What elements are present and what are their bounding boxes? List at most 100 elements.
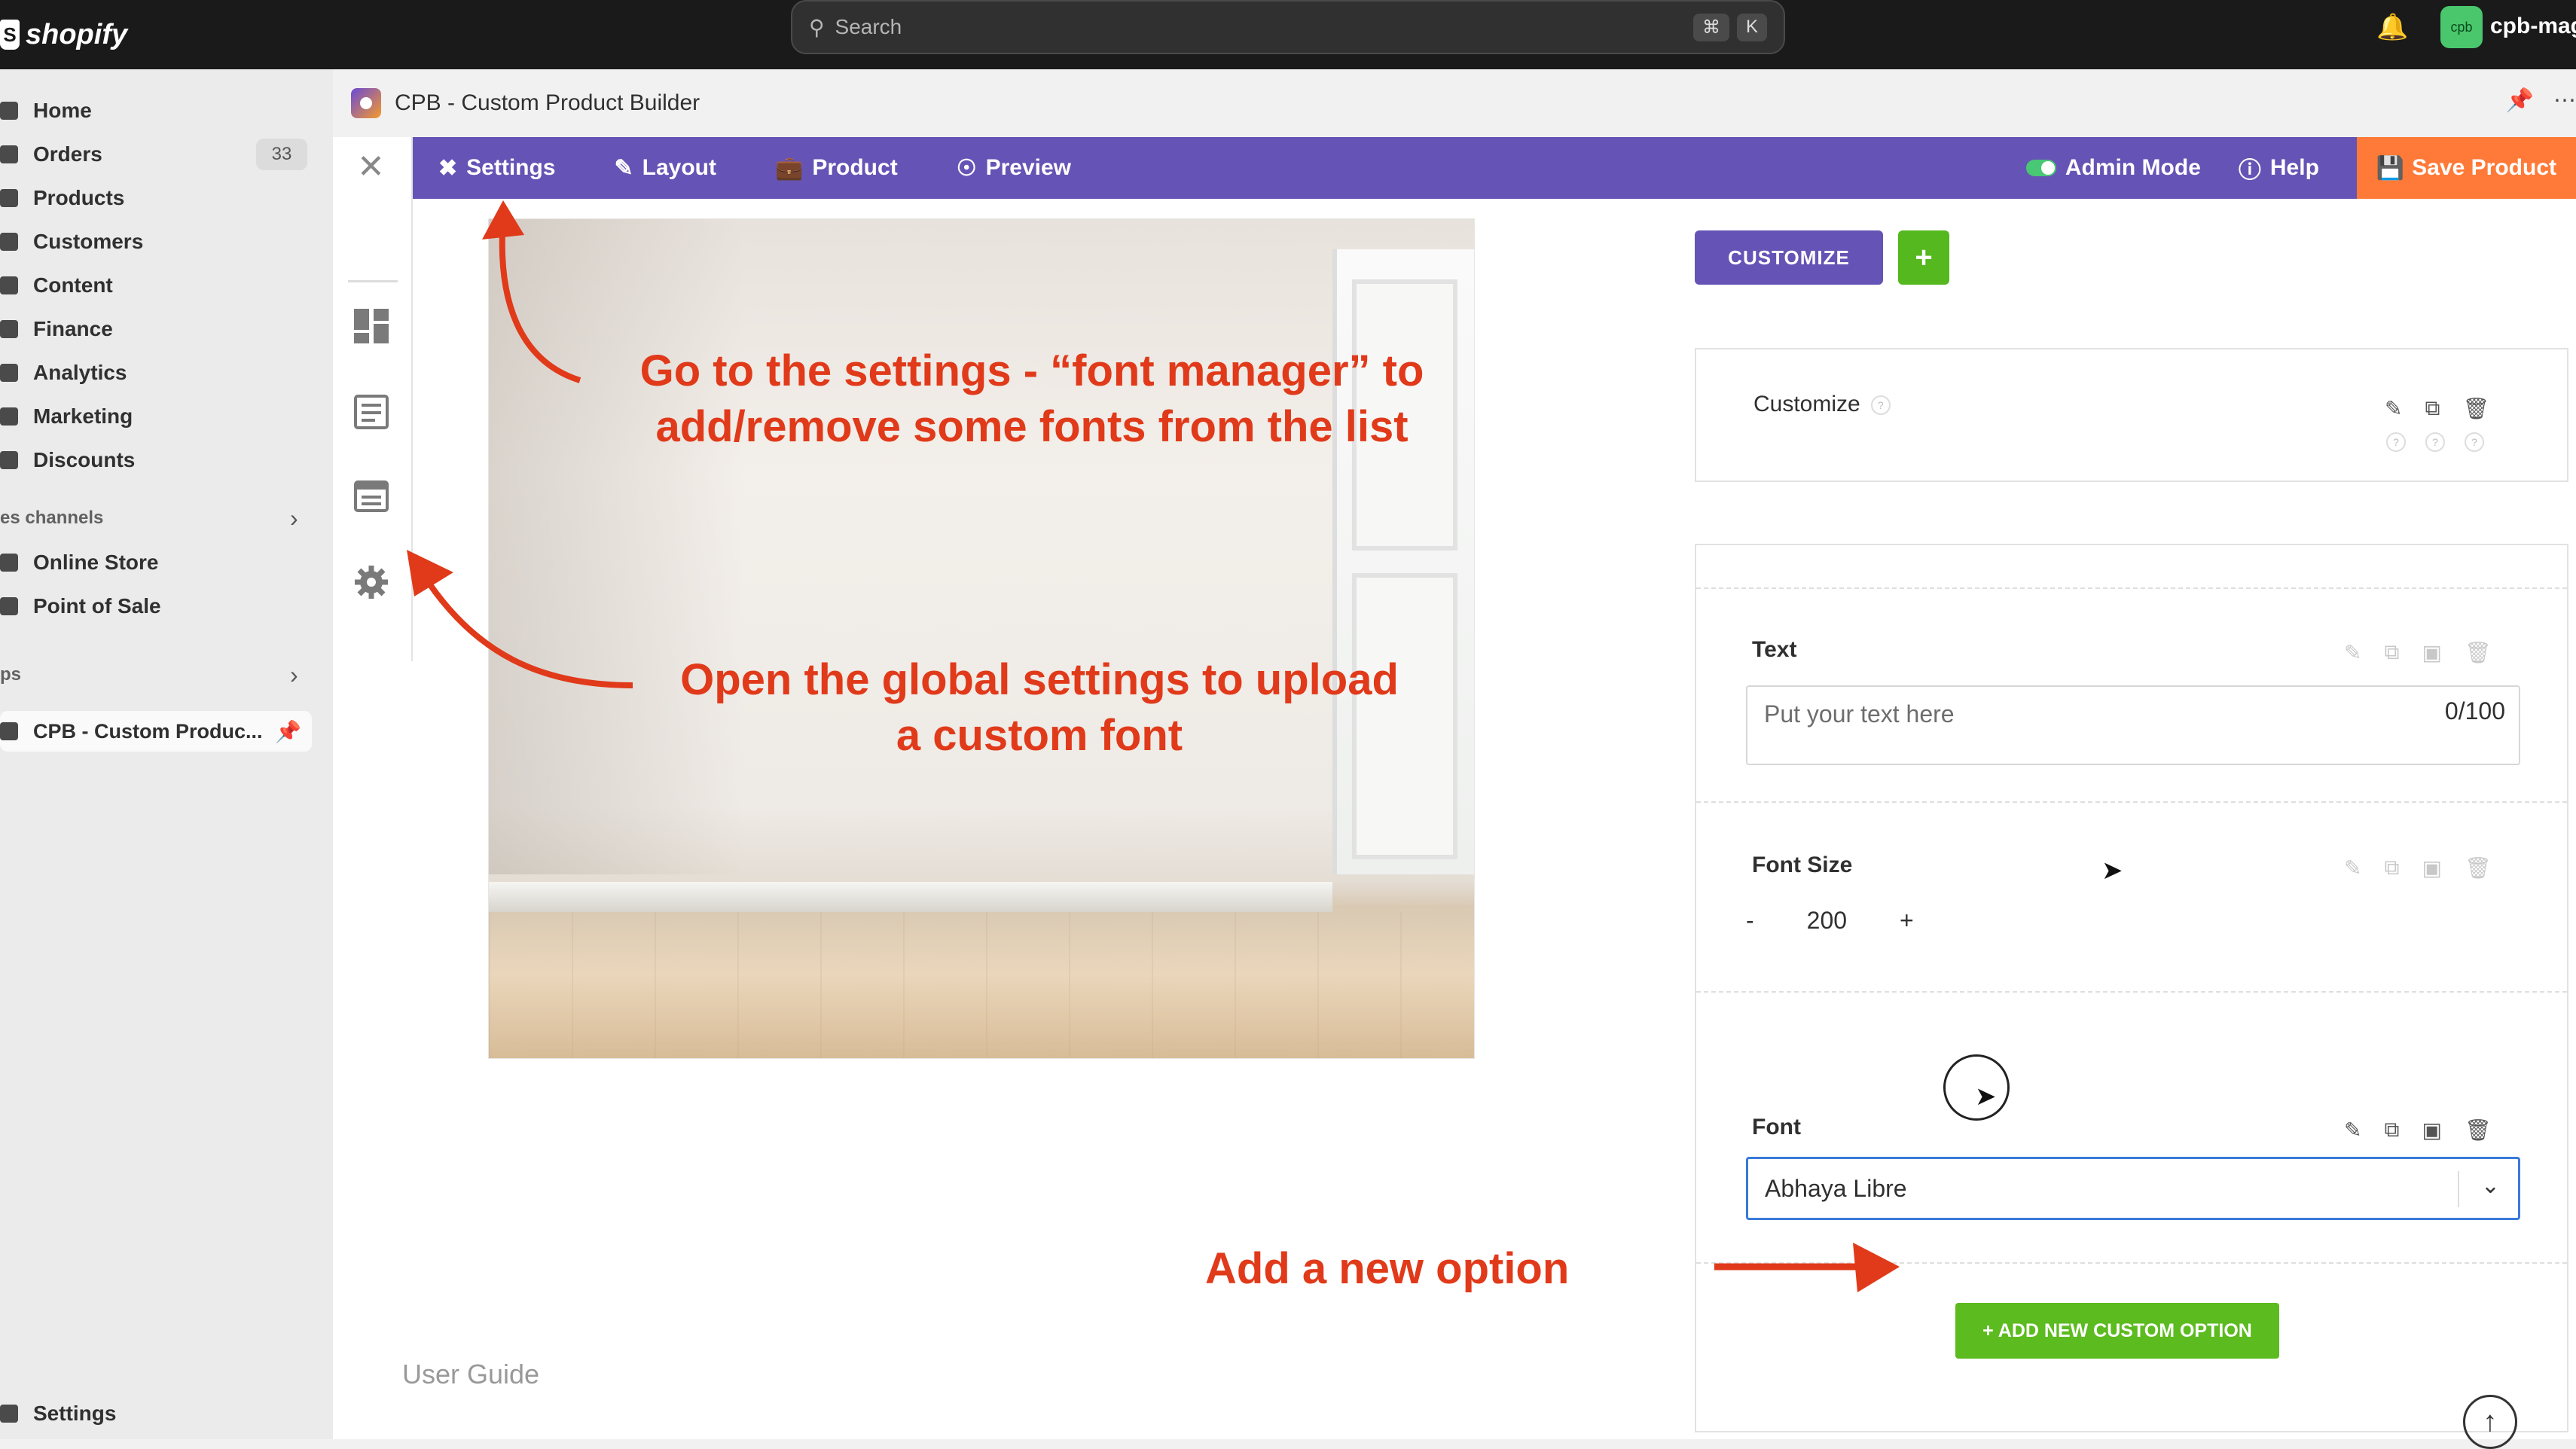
- admin-mode-toggle[interactable]: Admin Mode: [2025, 155, 2201, 181]
- customize-card-label: Customize: [1753, 392, 1860, 416]
- tab-preview[interactable]: ☉ Preview: [957, 155, 1071, 182]
- brush-icon: ✎: [614, 155, 633, 181]
- sidebar-item-point-of-sale[interactable]: Point of Sale: [0, 587, 161, 625]
- sidebar-item-discounts[interactable]: Discounts: [0, 441, 135, 479]
- font-option-actions: ✎ ⧉ ▣ 🗑: [2344, 1118, 2491, 1142]
- search-bar[interactable]: ⚲ Search ⌘ K: [791, 0, 1785, 54]
- sidebar-item-customers[interactable]: Customers: [0, 223, 143, 261]
- decrement-button[interactable]: -: [1746, 907, 1754, 935]
- person-icon: [0, 233, 18, 251]
- sidebar-item-content[interactable]: Content: [0, 267, 113, 304]
- character-counter: 0/100: [2444, 697, 2505, 724]
- tab-product[interactable]: 💼 Product: [775, 155, 898, 182]
- tab-settings[interactable]: ✖ Settings: [438, 155, 556, 182]
- pin-icon[interactable]: 📌: [275, 719, 301, 744]
- user-guide-link[interactable]: User Guide: [402, 1359, 539, 1390]
- form-icon[interactable]: [353, 477, 390, 515]
- font-size-value[interactable]: 200: [1807, 907, 1847, 935]
- sidebar-item-cpb-app[interactable]: CPB - Custom Produc... 📌: [0, 711, 312, 752]
- account-name[interactable]: cpb-mag: [2490, 14, 2576, 39]
- help-icon[interactable]: ?: [2465, 432, 2484, 452]
- scroll-to-top-icon[interactable]: ↑: [2463, 1395, 2517, 1449]
- copy-icon[interactable]: ⧉: [2384, 640, 2399, 665]
- sidebar-item-label: Orders: [33, 142, 102, 166]
- divider: [1696, 587, 2567, 589]
- text-option-label: Text: [1752, 637, 1797, 662]
- k-key: K: [1736, 13, 1767, 41]
- gear-icon[interactable]: [353, 563, 390, 601]
- bell-icon[interactable]: 🔔: [2376, 12, 2408, 42]
- copy-icon[interactable]: ⧉: [2384, 1118, 2399, 1142]
- trash-icon[interactable]: 🗑: [2462, 396, 2489, 421]
- toggle-switch[interactable]: [2025, 160, 2056, 176]
- sidebar-item-label: Finance: [33, 317, 113, 340]
- list-settings-icon[interactable]: [353, 393, 390, 431]
- chevron-right-icon[interactable]: ›: [290, 505, 298, 532]
- help-icon[interactable]: ?: [2386, 432, 2406, 452]
- more-icon[interactable]: ⋯: [2553, 87, 2576, 114]
- sidebar-item-finance[interactable]: Finance: [0, 310, 113, 348]
- help-icon[interactable]: ?: [1870, 395, 1891, 416]
- toolbar-right: Admin Mode ⓘ Help 💾 Save Product: [2025, 137, 2576, 199]
- increment-button[interactable]: +: [1900, 907, 1914, 935]
- trash-icon[interactable]: 🗑: [2465, 856, 2492, 880]
- sidebar-item-marketing[interactable]: Marketing: [0, 398, 133, 435]
- save-product-button[interactable]: 💾 Save Product: [2356, 137, 2576, 199]
- text-input[interactable]: Put your text here 0/100: [1746, 685, 2520, 765]
- font-size-stepper: - 200 +: [1746, 907, 1914, 935]
- sidebar-item-orders[interactable]: Orders: [0, 136, 102, 173]
- cpb-app-icon: [351, 88, 381, 118]
- orders-count-badge: 33: [256, 139, 307, 170]
- trash-icon[interactable]: 🗑: [2465, 1118, 2492, 1142]
- sidebar-item-label: Analytics: [33, 361, 127, 384]
- tab-label: Product: [812, 155, 898, 180]
- shopify-logo[interactable]: S shopify: [0, 11, 127, 59]
- arrow-to-settings-tab: [482, 200, 581, 383]
- close-icon[interactable]: ✕: [357, 148, 385, 186]
- help-button[interactable]: ⓘ Help: [2239, 151, 2319, 185]
- sidebar-item-analytics[interactable]: Analytics: [0, 354, 127, 392]
- avatar[interactable]: cpb: [2440, 6, 2483, 48]
- dashboard-icon[interactable]: [353, 307, 390, 345]
- tab-label: Layout: [642, 155, 716, 180]
- sidebar-item-products[interactable]: Products: [0, 179, 124, 217]
- card-actions: ✎ ⧉ 🗑: [2385, 396, 2489, 421]
- text-option-actions: ✎ ⧉ ▣ 🗑: [2344, 640, 2491, 665]
- copy-icon[interactable]: ⧉: [2384, 856, 2399, 880]
- chevron-right-icon[interactable]: ›: [290, 661, 298, 689]
- font-select[interactable]: Abhaya Libre ⌄: [1746, 1157, 2520, 1220]
- customize-button[interactable]: CUSTOMIZE: [1695, 230, 1883, 285]
- sidebar-item-home[interactable]: Home: [0, 92, 92, 130]
- pos-icon: [0, 597, 18, 615]
- cmd-key: ⌘: [1692, 13, 1729, 41]
- edit-icon[interactable]: ✎: [2344, 640, 2361, 665]
- help-icon[interactable]: ?: [2425, 432, 2445, 452]
- home-icon: [0, 102, 18, 120]
- tab-label: Preview: [985, 155, 1072, 180]
- edit-icon[interactable]: ✎: [2344, 1118, 2361, 1142]
- annotation-line: Go to the settings - “font manager” to: [639, 346, 1424, 395]
- app-icon: [0, 722, 18, 740]
- sidebar-item-label: Products: [33, 186, 125, 209]
- sidebar-item-label: Settings: [33, 1402, 117, 1425]
- image-icon[interactable]: ▣: [2422, 640, 2441, 665]
- edit-icon[interactable]: ✎: [2344, 856, 2361, 880]
- builder-toolbar: ✖ Settings ✎ Layout 💼 Product ☉ Preview Admi…: [413, 137, 2576, 199]
- edit-icon[interactable]: ✎: [2385, 396, 2402, 421]
- copy-icon[interactable]: ⧉: [2425, 396, 2440, 421]
- sidebar-item-label: Customers: [33, 230, 144, 253]
- add-button[interactable]: +: [1898, 230, 1949, 285]
- gear-icon: [0, 1405, 18, 1423]
- divider: [1696, 991, 2567, 993]
- store-icon: [0, 554, 18, 572]
- tab-layout[interactable]: ✎ Layout: [615, 155, 716, 182]
- chevron-down-icon[interactable]: ⌄: [2481, 1173, 2500, 1199]
- sidebar-item-settings[interactable]: Settings: [0, 1395, 116, 1432]
- add-new-custom-option-button[interactable]: + ADD NEW CUSTOM OPTION: [1955, 1303, 2279, 1359]
- trash-icon[interactable]: 🗑: [2465, 640, 2492, 665]
- search-shortcut: ⌘ K: [1692, 13, 1767, 41]
- pin-icon[interactable]: 📌: [2506, 87, 2534, 114]
- sidebar-item-online-store[interactable]: Online Store: [0, 544, 158, 581]
- image-icon[interactable]: ▣: [2422, 1118, 2441, 1142]
- image-icon[interactable]: ▣: [2422, 856, 2441, 880]
